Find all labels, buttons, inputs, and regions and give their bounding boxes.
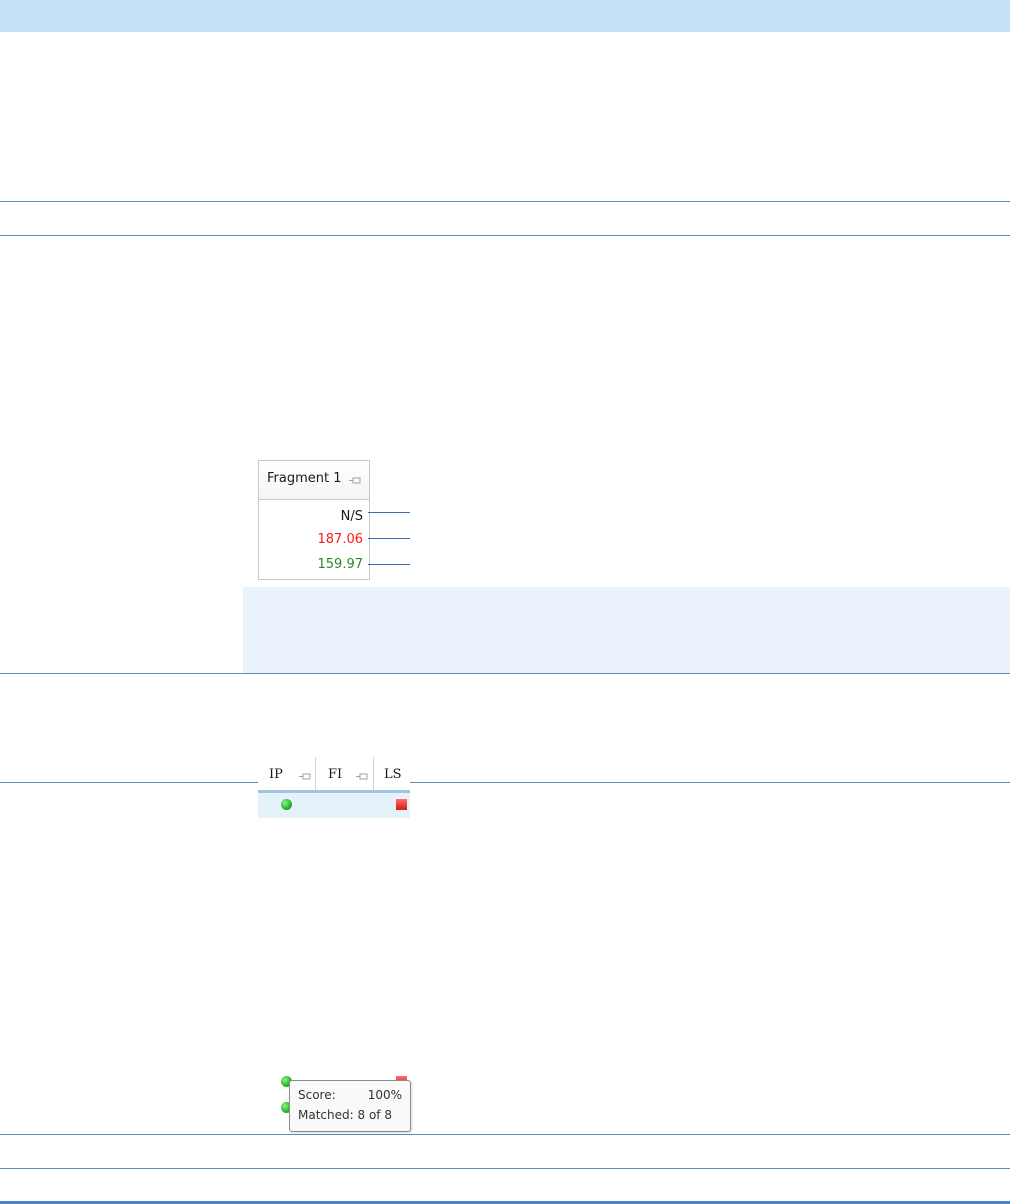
tooltip-matched-value: 8 of 8 — [357, 1108, 392, 1122]
column-label-ls: LS — [384, 767, 402, 782]
fragment-column-figure: Fragment 1 N/S 187.06 159.97 — [258, 460, 370, 580]
column-header-fi[interactable]: FI — [315, 757, 374, 790]
tooltip-matched-label: Matched: — [298, 1108, 354, 1122]
tooltip-score-value: 100% — [367, 1088, 402, 1102]
section-divider — [0, 1168, 1010, 1169]
fragment-value-green: 159.97 — [317, 557, 364, 572]
section-divider — [0, 201, 1010, 202]
red-square-icon — [396, 799, 407, 810]
fragment-value-red: 187.06 — [317, 532, 364, 547]
tooltip-matched: Matched: 8 of 8 — [298, 1108, 392, 1122]
status-grid-header: IP FI LS — [258, 757, 410, 790]
green-dot-icon — [281, 799, 292, 810]
section-divider — [0, 1134, 1010, 1135]
column-label-fi: FI — [328, 767, 343, 782]
callout-leader — [368, 564, 410, 565]
header-band — [0, 0, 1010, 32]
section-divider — [0, 782, 1010, 783]
section-divider — [0, 673, 1010, 674]
pin-icon[interactable] — [356, 773, 368, 781]
score-tooltip: Score: 100% Matched: 8 of 8 — [289, 1080, 411, 1132]
column-header-ip[interactable]: IP — [258, 757, 316, 790]
fragment-value-ns: N/S — [340, 509, 363, 524]
column-header-ls[interactable]: LS — [373, 757, 410, 790]
tooltip-score-label: Score: — [298, 1088, 336, 1102]
callout-leader — [368, 538, 410, 539]
section-divider — [0, 235, 1010, 236]
note-band — [243, 587, 1010, 673]
column-label-ip: IP — [269, 767, 283, 782]
pin-icon[interactable] — [349, 477, 361, 485]
fragment-column-label: Fragment 1 — [267, 471, 342, 486]
callout-leader — [368, 512, 410, 513]
pin-icon[interactable] — [299, 773, 311, 781]
fragment-column-header[interactable]: Fragment 1 — [259, 461, 369, 500]
